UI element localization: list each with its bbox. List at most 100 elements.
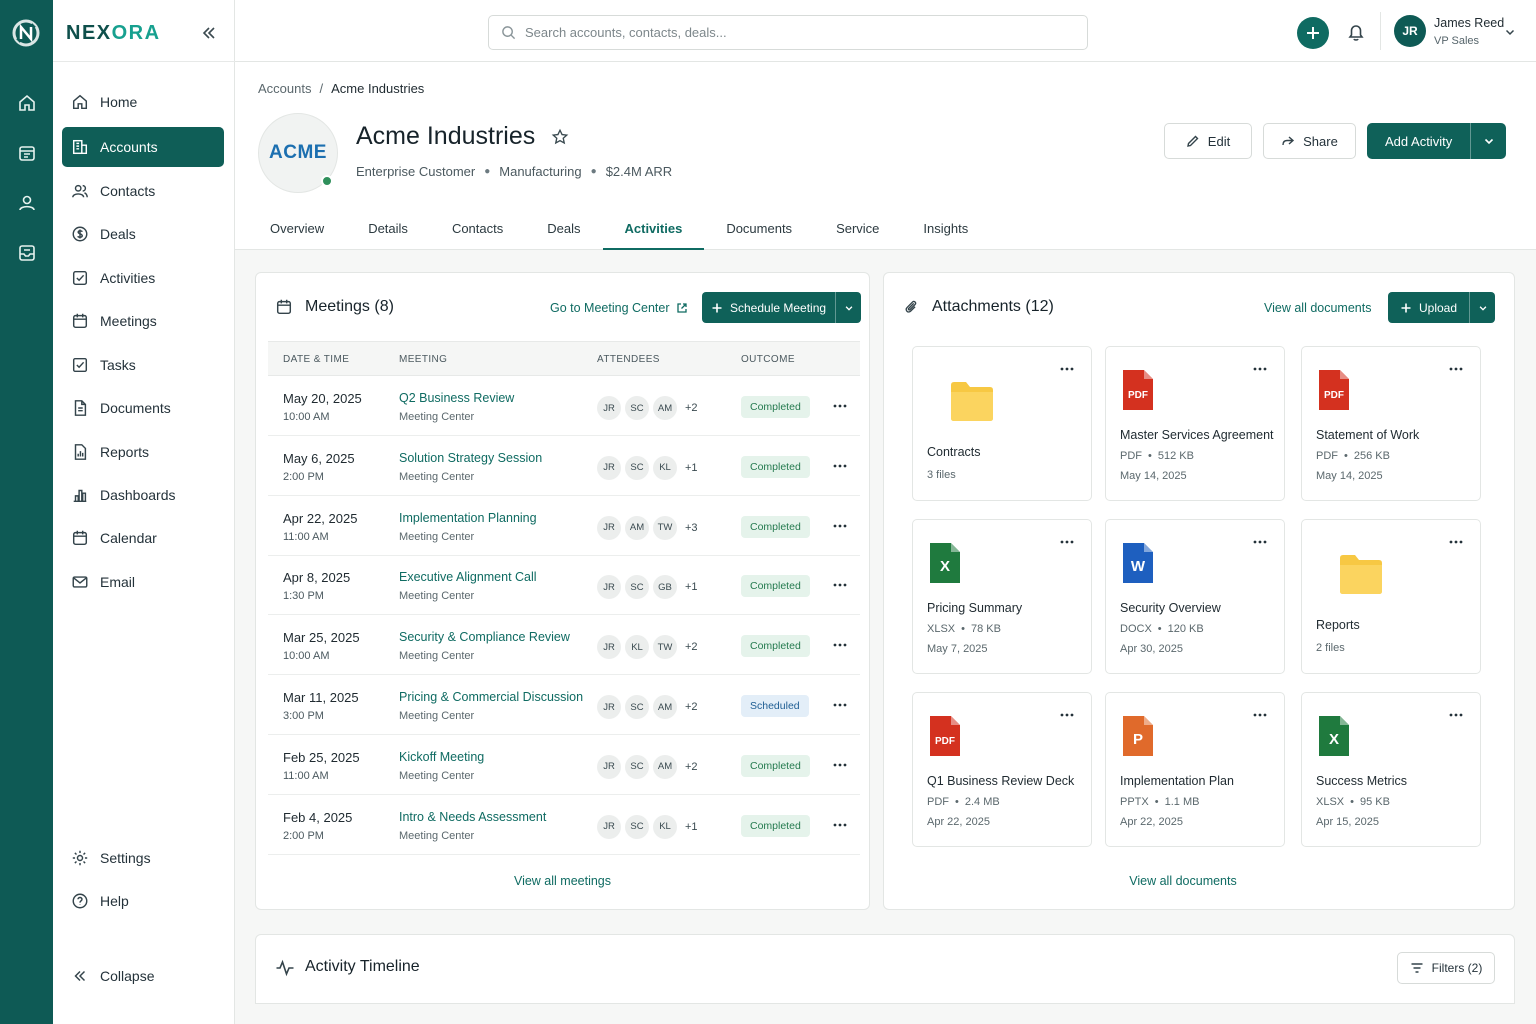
sidebar-item-email[interactable]: Email (62, 562, 224, 602)
sidebar-item-home[interactable]: Home (62, 82, 224, 122)
add-activity-dropdown[interactable] (1470, 123, 1506, 159)
tab-contacts[interactable]: Contacts (430, 207, 525, 250)
more-options-icon[interactable] (832, 577, 848, 593)
more-options-icon[interactable] (1252, 534, 1268, 550)
app-rail (0, 0, 53, 1024)
view-all-documents-link[interactable]: View all documents (1264, 301, 1371, 315)
share-button[interactable]: Share (1263, 123, 1356, 159)
meeting-title-link[interactable]: Implementation Planning (399, 511, 537, 525)
upload-dropdown[interactable] (1469, 292, 1495, 323)
sidebar-item-calendar[interactable]: Calendar (62, 518, 224, 558)
tab-overview[interactable]: Overview (248, 207, 346, 250)
more-options-icon[interactable] (1252, 707, 1268, 723)
file-tile[interactable]: W Security Overview DOCX • 120 KB Apr 30, 202… (1105, 519, 1285, 674)
table-row[interactable]: Mar 11, 2025 3:00 PM Pricing & Commercial … (268, 675, 860, 735)
more-options-icon[interactable] (832, 637, 848, 653)
go-to-meeting-center-link[interactable]: Go to Meeting Center (550, 301, 688, 315)
breadcrumb-parent[interactable]: Accounts (258, 81, 311, 96)
more-options-icon[interactable] (832, 817, 848, 833)
more-options-icon[interactable] (832, 697, 848, 713)
table-row[interactable]: Apr 22, 2025 11:00 AM Implementation Plann… (268, 496, 860, 556)
sidebar-item-activities[interactable]: Activities (62, 258, 224, 298)
sidebar-item-meetings[interactable]: Meetings (62, 301, 224, 341)
bell-icon[interactable] (1345, 21, 1367, 43)
view-all-documents-footer-link[interactable]: View all documents (884, 874, 1482, 888)
more-options-icon[interactable] (1448, 534, 1464, 550)
meeting-title-link[interactable]: Security & Compliance Review (399, 630, 570, 644)
file-tile[interactable]: PDF Q1 Business Review Deck PDF • 2.4 MB Apr … (912, 692, 1092, 847)
tab-service[interactable]: Service (814, 207, 901, 250)
file-tile[interactable]: PDF Statement of Work PDF • 256 KB May 14, 20… (1301, 346, 1481, 501)
star-icon[interactable] (551, 128, 569, 146)
add-activity-label: Add Activity (1385, 133, 1453, 149)
folder-tile[interactable]: Reports 2 files (1301, 519, 1481, 674)
filters-button[interactable]: Filters (2) (1397, 952, 1495, 984)
more-options-icon[interactable] (1252, 361, 1268, 377)
meeting-title-link[interactable]: Q2 Business Review (399, 391, 514, 405)
rail-inbox-icon[interactable] (14, 240, 40, 266)
meeting-title-link[interactable]: Intro & Needs Assessment (399, 810, 546, 824)
file-tile[interactable]: P Implementation Plan PPTX • 1.1 MB Apr 22, 2… (1105, 692, 1285, 847)
sidebar-item-dashboards[interactable]: Dashboards (62, 475, 224, 515)
more-options-icon[interactable] (832, 398, 848, 414)
table-row[interactable]: Mar 25, 2025 10:00 AM Security & Complianc… (268, 615, 860, 676)
table-row[interactable]: May 6, 2025 2:00 PM Solution Strategy Sess… (268, 436, 860, 496)
user-menu[interactable]: JR James Reed VP Sales (1394, 15, 1515, 47)
sidebar-item-accounts[interactable]: Accounts (62, 127, 224, 167)
tab-activities[interactable]: Activities (602, 207, 705, 250)
sidebar-item-contacts[interactable]: Contacts (62, 171, 224, 211)
sidebar-collapse-icon[interactable] (199, 23, 219, 43)
more-options-icon[interactable] (1448, 707, 1464, 723)
sidebar-item-label: Contacts (100, 183, 156, 199)
folder-tile[interactable]: Contracts 3 files (912, 346, 1092, 501)
sidebar-item-reports[interactable]: Reports (62, 432, 224, 472)
add-new-button[interactable] (1297, 17, 1329, 49)
file-tile[interactable]: PDF Master Services Agreement PDF • 512 KB Ma… (1105, 346, 1285, 501)
meeting-title-link[interactable]: Pricing & Commercial Discussion (399, 690, 583, 704)
schedule-meeting-dropdown[interactable] (835, 292, 861, 323)
meeting-title-link[interactable]: Solution Strategy Session (399, 451, 542, 465)
sidebar-item-help[interactable]: Help (62, 881, 224, 921)
tab-details[interactable]: Details (346, 207, 430, 250)
edit-button[interactable]: Edit (1164, 123, 1252, 159)
timeline-header: Activity Timeline (275, 958, 420, 977)
attachments-header: Attachments (12) (902, 298, 1054, 316)
tab-deals[interactable]: Deals (525, 207, 602, 250)
file-date: Apr 22, 2025 (1120, 816, 1183, 828)
add-activity-button[interactable]: Add Activity (1367, 123, 1507, 159)
sidebar-item-documents[interactable]: Documents (62, 388, 224, 428)
schedule-meeting-button[interactable]: Schedule Meeting (702, 292, 862, 323)
table-row[interactable]: May 20, 2025 10:00 AM Q2 Business Review Me… (268, 376, 860, 436)
sidebar-collapse-button[interactable]: Collapse (62, 956, 224, 996)
view-all-meetings-link[interactable]: View all meetings (256, 874, 869, 888)
meeting-title-link[interactable]: Executive Alignment Call (399, 570, 537, 584)
tab-insights[interactable]: Insights (901, 207, 990, 250)
app-logo-icon[interactable] (10, 17, 42, 49)
attendee-avatar: SC (625, 575, 649, 600)
file-tile[interactable]: X Pricing Summary XLSX • 78 KB May 7, 2025 (912, 519, 1092, 674)
search-input[interactable] (525, 25, 1065, 40)
rail-contacts-icon[interactable] (14, 190, 40, 216)
meeting-title-link[interactable]: Kickoff Meeting (399, 750, 484, 764)
more-options-icon[interactable] (832, 518, 848, 534)
upload-button[interactable]: Upload (1388, 292, 1496, 323)
more-options-icon[interactable] (1059, 534, 1075, 550)
more-options-icon[interactable] (1059, 361, 1075, 377)
more-options-icon[interactable] (832, 458, 848, 474)
search-box[interactable] (488, 15, 1088, 50)
tab-documents[interactable]: Documents (704, 207, 814, 250)
more-options-icon[interactable] (1059, 707, 1075, 723)
rail-workspace-icon[interactable] (14, 140, 40, 166)
more-options-icon[interactable] (1448, 361, 1464, 377)
more-options-icon[interactable] (832, 757, 848, 773)
attendee-avatar: KL (653, 814, 677, 839)
table-row[interactable]: Feb 25, 2025 11:00 AM Kickoff Meeting Meeti… (268, 735, 860, 795)
file-tile[interactable]: X Success Metrics XLSX • 95 KB Apr 15, 2025 (1301, 692, 1481, 847)
rail-home-icon[interactable] (14, 90, 40, 116)
table-row[interactable]: Apr 8, 2025 1:30 PM Executive Alignment Ca… (268, 555, 860, 616)
breadcrumb: Accounts / Acme Industries (258, 81, 424, 96)
table-row[interactable]: Feb 4, 2025 2:00 PM Intro & Needs Assessme… (268, 795, 860, 855)
sidebar-item-deals[interactable]: Deals (62, 214, 224, 254)
sidebar-item-tasks[interactable]: Tasks (62, 345, 224, 385)
sidebar-item-settings[interactable]: Settings (62, 838, 224, 878)
